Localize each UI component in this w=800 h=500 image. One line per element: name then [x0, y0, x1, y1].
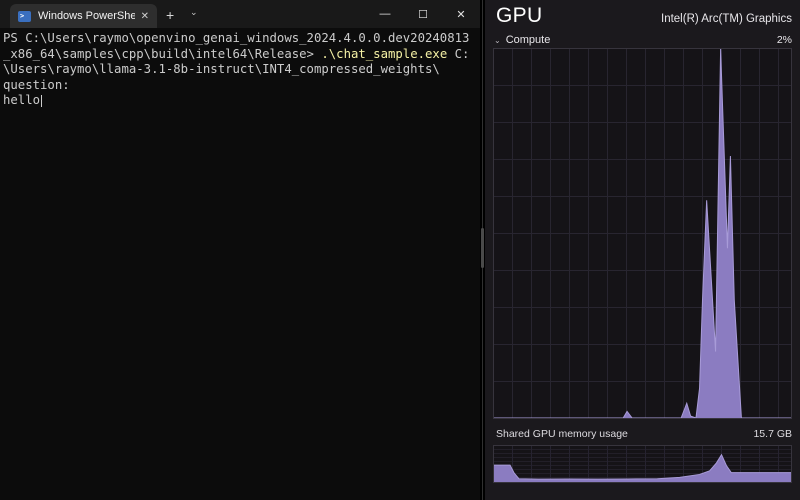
powershell-window: > Windows PowerShell ✕ + ⌄ — ☐ ✕ PS C:\U… [0, 0, 480, 500]
chevron-down-icon[interactable]: ⌄ [494, 36, 501, 45]
terminal-tab-bar: > Windows PowerShell ✕ + ⌄ — ☐ ✕ [0, 0, 480, 28]
gpu-header: GPU Intel(R) Arc(TM) Graphics [496, 4, 792, 28]
tab-windows-powershell[interactable]: > Windows PowerShell ✕ [10, 4, 157, 28]
gpu-title: GPU [496, 4, 542, 28]
compute-utilization-chart[interactable] [493, 48, 792, 419]
compute-utilization-value: 2% [777, 34, 792, 46]
tab-title: Windows PowerShell [38, 10, 135, 22]
new-tab-button[interactable]: + [166, 6, 174, 24]
terminal-line: PS C:\Users\raymo\openvino_genai_windows… [3, 31, 480, 47]
terminal-line: hello [3, 93, 480, 109]
shared-memory-chart[interactable] [493, 445, 792, 483]
memory-row: Shared GPU memory usage 15.7 GB [496, 428, 792, 440]
window-controls: — ☐ ✕ [366, 0, 480, 28]
compute-row: ⌄ Compute 2% [494, 34, 792, 46]
powershell-icon: > [18, 11, 31, 22]
scrollbar-thumb[interactable] [481, 228, 484, 268]
terminal-output[interactable]: PS C:\Users\raymo\openvino_genai_windows… [0, 28, 480, 109]
tab-close-icon[interactable]: ✕ [141, 11, 149, 22]
gpu-adapter-name: Intel(R) Arc(TM) Graphics [661, 13, 792, 25]
gpu-panel: GPU Intel(R) Arc(TM) Graphics ⌄ Compute … [485, 0, 800, 500]
tab-dropdown-icon[interactable]: ⌄ [190, 7, 198, 18]
terminal-line: \Users\raymo\llama-3.1-8b-instruct\INT4_… [3, 62, 480, 78]
shared-memory-label: Shared GPU memory usage [496, 428, 628, 440]
terminal-line: _x86_64\samples\cpp\build\intel64\Releas… [3, 47, 480, 63]
compute-engine-selector[interactable]: Compute [506, 34, 551, 46]
minimize-button[interactable]: — [366, 8, 404, 20]
terminal-line: question: [3, 78, 480, 94]
text-cursor [41, 95, 42, 107]
maximize-button[interactable]: ☐ [404, 8, 442, 21]
shared-memory-total: 15.7 GB [753, 428, 792, 440]
close-button[interactable]: ✕ [442, 8, 480, 21]
